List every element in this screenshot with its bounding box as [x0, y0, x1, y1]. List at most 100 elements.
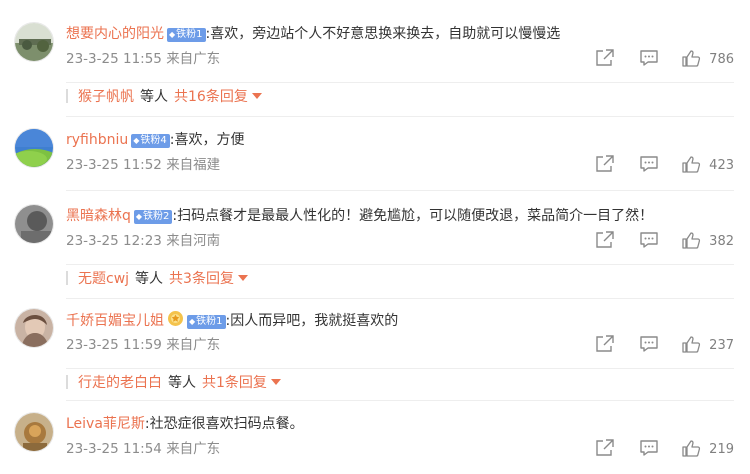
- reply-user[interactable]: 无题cwj: [78, 271, 129, 287]
- comment-text: :喜欢，方便: [169, 132, 245, 148]
- comment-actions: 786: [595, 49, 734, 69]
- share-icon[interactable]: [595, 49, 617, 69]
- avatar[interactable]: [14, 308, 54, 348]
- location: 来自广东: [166, 441, 221, 457]
- like-count: 423: [709, 157, 734, 173]
- like-button[interactable]: 786: [681, 49, 734, 69]
- reply-total[interactable]: 共3条回复: [169, 271, 234, 287]
- comment-text: :喜欢，旁边站个人不好意思换来换去，自助就可以慢慢选: [205, 26, 561, 42]
- thumbs-up-icon: [681, 49, 703, 69]
- comment-actions: 237: [595, 335, 734, 355]
- like-button[interactable]: 237: [681, 335, 734, 355]
- comment-line: ryfihbniu ◆铁粉4:喜欢，方便: [66, 130, 245, 150]
- share-icon[interactable]: [595, 155, 617, 175]
- diamond-icon: ◆: [133, 136, 140, 145]
- location: 来自广东: [166, 337, 221, 353]
- comment-text: :因人而异吧，我就挺喜欢的: [225, 313, 399, 329]
- share-icon[interactable]: [595, 231, 617, 251]
- username-link[interactable]: 想要内心的阳光: [66, 26, 164, 42]
- comment-icon[interactable]: [639, 49, 661, 69]
- chevron-down-icon: [237, 275, 248, 281]
- divider: [66, 116, 734, 117]
- avatar[interactable]: [14, 412, 54, 452]
- comment-icon[interactable]: [639, 155, 661, 175]
- like-count: 237: [709, 337, 734, 353]
- reply-user[interactable]: 猴子帆帆: [78, 89, 134, 105]
- location: 来自福建: [166, 157, 221, 173]
- reply-bar: [66, 375, 68, 389]
- chevron-down-icon: [270, 379, 281, 385]
- divider: [66, 400, 734, 401]
- comment-line: 千娇百媚宝儿姐 ◆铁粉1:因人而异吧，我就挺喜欢的: [66, 310, 398, 331]
- diamond-icon: ◆: [169, 30, 176, 39]
- comment-icon[interactable]: [639, 335, 661, 355]
- reply-total[interactable]: 共1条回复: [202, 375, 267, 391]
- thumbs-up-icon: [681, 231, 703, 251]
- comment-line: 黑暗森林q ◆铁粉2:扫码点餐才是最最人性化的！避免尴尬，可以随便改退，菜品简介一…: [66, 206, 653, 226]
- comment-text: :扫码点餐才是最最人性化的！避免尴尬，可以随便改退，菜品简介一目了然！: [172, 208, 654, 224]
- badge-label: 铁粉1: [196, 316, 223, 327]
- comment-actions: 423: [595, 155, 734, 175]
- username-link[interactable]: Leiva菲尼斯: [66, 416, 145, 432]
- location: 来自河南: [166, 233, 221, 249]
- comment-meta: 23-3-25 11:59 来自广东: [66, 336, 220, 354]
- timestamp: 23-3-25 11:54: [66, 441, 162, 457]
- avatar[interactable]: [14, 204, 54, 244]
- reply-summary[interactable]: 无题cwj 等人 共3条回复: [66, 264, 734, 289]
- thumbs-up-icon: [681, 155, 703, 175]
- location: 来自广东: [166, 51, 221, 67]
- badge-label: 铁粉1: [176, 29, 203, 40]
- divider: [66, 298, 734, 299]
- badge-label: 铁粉2: [143, 211, 170, 222]
- comment-meta: 23-3-25 11:55 来自广东: [66, 50, 220, 68]
- reply-suffix: 等人: [140, 89, 168, 105]
- timestamp: 23-3-25 11:59: [66, 337, 162, 353]
- diamond-icon: ◆: [189, 317, 196, 326]
- avatar[interactable]: [14, 22, 54, 62]
- thumbs-up-icon: [681, 439, 703, 459]
- reply-bar: [66, 271, 68, 285]
- comment-icon[interactable]: [639, 231, 661, 251]
- comment-actions: 219: [595, 439, 734, 459]
- timestamp: 23-3-25 11:55: [66, 51, 162, 67]
- reply-summary[interactable]: 猴子帆帆 等人 共16条回复: [66, 82, 734, 107]
- reply-total[interactable]: 共16条回复: [174, 89, 248, 105]
- share-icon[interactable]: [595, 439, 617, 459]
- reply-summary[interactable]: 行走的老白白 等人 共1条回复: [66, 368, 734, 393]
- like-count: 786: [709, 51, 734, 67]
- fan-badge[interactable]: ◆铁粉1: [167, 28, 206, 42]
- reply-suffix: 等人: [168, 375, 196, 391]
- comment-meta: 23-3-25 11:54 来自广东: [66, 440, 220, 458]
- badge-label: 铁粉4: [140, 135, 167, 146]
- like-count: 382: [709, 233, 734, 249]
- comment-meta: 23-3-25 11:52 来自福建: [66, 156, 220, 174]
- fan-badge[interactable]: ◆铁粉2: [133, 210, 173, 224]
- thumbs-up-icon: [681, 335, 703, 355]
- like-button[interactable]: 382: [681, 231, 734, 251]
- divider: [66, 190, 734, 191]
- gift-icon: [167, 310, 184, 327]
- timestamp: 23-3-25 12:23: [66, 233, 162, 249]
- reply-bar: [66, 89, 68, 103]
- username-link[interactable]: 黑暗森林q: [66, 208, 131, 224]
- like-button[interactable]: 423: [681, 155, 734, 175]
- share-icon[interactable]: [595, 335, 617, 355]
- diamond-icon: ◆: [135, 212, 143, 221]
- comment-line: Leiva菲尼斯:社恐症很喜欢扫码点餐。: [66, 414, 304, 434]
- fan-badge[interactable]: ◆铁粉4: [131, 134, 170, 148]
- username-link[interactable]: ryfihbniu: [66, 132, 128, 148]
- fan-badge[interactable]: ◆铁粉1: [187, 315, 226, 329]
- comment-line: 想要内心的阳光 ◆铁粉1:喜欢，旁边站个人不好意思换来换去，自助就可以慢慢选: [66, 24, 560, 44]
- username-link[interactable]: 千娇百媚宝儿姐: [66, 313, 164, 329]
- reply-user[interactable]: 行走的老白白: [78, 375, 162, 391]
- comment-actions: 382: [595, 231, 734, 251]
- avatar[interactable]: [14, 128, 54, 168]
- reply-suffix: 等人: [135, 271, 164, 287]
- chevron-down-icon: [251, 93, 262, 99]
- comment-icon[interactable]: [639, 439, 661, 459]
- timestamp: 23-3-25 11:52: [66, 157, 162, 173]
- comment-text: :社恐症很喜欢扫码点餐。: [144, 416, 304, 432]
- like-button[interactable]: 219: [681, 439, 734, 459]
- comment-meta: 23-3-25 12:23 来自河南: [66, 232, 220, 250]
- like-count: 219: [709, 441, 734, 457]
